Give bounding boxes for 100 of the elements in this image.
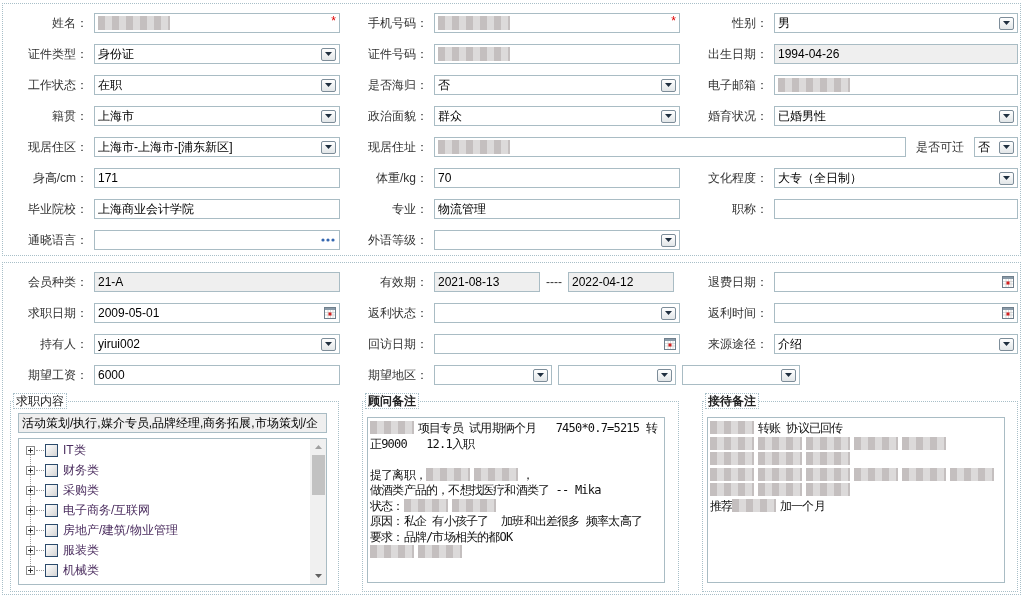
checkbox[interactable] <box>45 543 58 557</box>
dropdown-button[interactable] <box>533 368 548 382</box>
field-label: 期望地区： <box>368 367 428 384</box>
dropdown-button[interactable] <box>999 140 1014 154</box>
dropdown-field[interactable]: 男 <box>774 13 1018 33</box>
dropdown-field[interactable]: 大专（全日制） <box>774 168 1018 188</box>
text-field[interactable]: * <box>434 13 680 33</box>
more-icon[interactable] <box>321 238 335 242</box>
dropdown-button[interactable] <box>321 337 336 351</box>
dropdown-button[interactable] <box>661 78 676 92</box>
dropdown-field[interactable]: 介绍 <box>774 334 1018 354</box>
dropdown-field[interactable] <box>434 365 552 385</box>
tree-item-label[interactable]: IT类 <box>63 441 86 459</box>
date-field[interactable]: 2009-05-01 <box>94 303 340 323</box>
text-field[interactable] <box>434 137 906 157</box>
date-field[interactable] <box>774 272 1018 292</box>
dropdown-field[interactable]: 已婚男性 <box>774 106 1018 126</box>
dropdown-button[interactable] <box>661 109 676 123</box>
dropdown-field[interactable]: yirui002 <box>94 334 340 354</box>
field-label: 体重/kg： <box>376 170 428 187</box>
expand-icon[interactable] <box>26 525 35 535</box>
tree-item-label[interactable]: 电子商务/互联网 <box>63 501 151 519</box>
expand-icon[interactable] <box>26 445 35 455</box>
text-field[interactable] <box>774 199 1018 219</box>
checkbox[interactable] <box>45 503 58 517</box>
date-field[interactable] <box>774 303 1018 323</box>
dropdown-field[interactable]: 否 <box>974 137 1018 157</box>
tree-item-label[interactable]: 机械类 <box>63 561 99 579</box>
expand-icon[interactable] <box>26 485 35 495</box>
expand-icon[interactable] <box>26 565 35 575</box>
text-field[interactable]: 1994-04-26 <box>774 44 1018 64</box>
expand-icon[interactable] <box>26 505 35 515</box>
caret-down-icon <box>1003 114 1010 118</box>
text-field[interactable]: 2021-08-13 <box>434 272 540 292</box>
text-field[interactable]: 上海商业会计学院 <box>94 199 340 219</box>
dropdown-field[interactable]: 上海市 <box>94 106 340 126</box>
notes-textarea[interactable]: 项目专员 试用期俩个月 7450*0.7=5215 转 正9000 12.1入职 提了离职， ， 做酒类产品的，不想找医疗和酒类了 -- Mika 状态： 原因：私企 有小孩子了 加班和出差很多 频率太高了 要求：品牌/市场相关的都OK <box>367 417 665 583</box>
dropdown-button[interactable] <box>999 109 1014 123</box>
note-text: 原因：私企 有小孩子了 加班和出差很多 频率太高了 <box>370 514 643 528</box>
checkbox[interactable] <box>45 563 58 577</box>
field-label: 外语等级： <box>368 232 428 249</box>
dropdown-button[interactable] <box>661 233 676 247</box>
dropdown-field[interactable] <box>682 365 800 385</box>
text-field[interactable] <box>774 75 1018 95</box>
redaction-block <box>757 436 802 450</box>
dropdown-button[interactable] <box>321 78 336 92</box>
calendar-icon[interactable] <box>1002 307 1014 319</box>
field-label: 证件类型： <box>28 46 88 63</box>
dropdown-field[interactable] <box>558 365 676 385</box>
text-field[interactable]: 物流管理 <box>434 199 680 219</box>
scrollbar[interactable] <box>310 439 326 584</box>
dropdown-button[interactable] <box>999 16 1014 30</box>
expand-icon[interactable] <box>26 465 35 475</box>
redaction-block <box>709 421 754 434</box>
dropdown-field[interactable] <box>434 303 680 323</box>
dropdown-button[interactable] <box>321 140 336 154</box>
tree-item-label[interactable]: 财务类 <box>63 461 99 479</box>
dropdown-button[interactable] <box>999 171 1014 185</box>
date-field[interactable] <box>434 334 680 354</box>
dropdown-button[interactable] <box>999 337 1014 351</box>
dropdown-field[interactable]: 在职 <box>94 75 340 95</box>
text-field[interactable]: 2022-04-12 <box>568 272 674 292</box>
scroll-down-icon[interactable] <box>314 574 322 578</box>
notes-textarea[interactable]: 转账 协议已回传 推荐 加一个月 <box>706 417 1005 583</box>
text-field[interactable]: 6000 <box>94 365 340 385</box>
dropdown-field[interactable]: 否 <box>434 75 680 95</box>
dropdown-field[interactable]: 上海市-上海市-[浦东新区] <box>94 137 340 157</box>
dropdown-field[interactable]: 群众 <box>434 106 680 126</box>
dropdown-button[interactable] <box>321 47 336 61</box>
tree-item-label[interactable]: 采购类 <box>63 481 99 499</box>
text-field[interactable]: 活动策划/执行,媒介专员,品牌经理,商务拓展,市场策划/企 <box>18 413 327 433</box>
dropdown-button[interactable] <box>661 306 676 320</box>
dropdown-field[interactable]: 身份证 <box>94 44 340 64</box>
redaction-block <box>709 452 754 465</box>
picker-field[interactable] <box>94 230 340 250</box>
checkbox[interactable] <box>45 523 58 537</box>
calendar-icon[interactable] <box>324 307 336 319</box>
note-text: 正9000 12.1入职 <box>370 436 475 451</box>
calendar-icon[interactable] <box>664 338 676 350</box>
dropdown-button[interactable] <box>781 368 796 382</box>
redaction-block <box>403 498 448 512</box>
text-field[interactable]: 21-A <box>94 272 340 292</box>
calendar-icon[interactable] <box>1002 276 1014 288</box>
text-field[interactable]: 70 <box>434 168 680 188</box>
redaction-block <box>709 483 754 496</box>
dropdown-field[interactable] <box>434 230 680 250</box>
dropdown-button[interactable] <box>657 368 672 382</box>
text-field[interactable] <box>434 44 680 64</box>
scrollbar-thumb[interactable] <box>311 455 325 495</box>
caret-down-icon <box>785 373 792 377</box>
tree-item-label[interactable]: 房地产/建筑/物业管理 <box>63 521 178 539</box>
tree-item-label[interactable]: 服装类 <box>63 541 99 559</box>
expand-icon[interactable] <box>26 545 35 555</box>
checkbox[interactable] <box>45 483 58 497</box>
checkbox[interactable] <box>45 463 58 477</box>
text-field[interactable]: 171 <box>94 168 340 188</box>
checkbox[interactable] <box>45 443 58 457</box>
text-field[interactable]: * <box>94 13 340 33</box>
field-label: 会员种类： <box>28 274 88 291</box>
dropdown-button[interactable] <box>321 109 336 123</box>
